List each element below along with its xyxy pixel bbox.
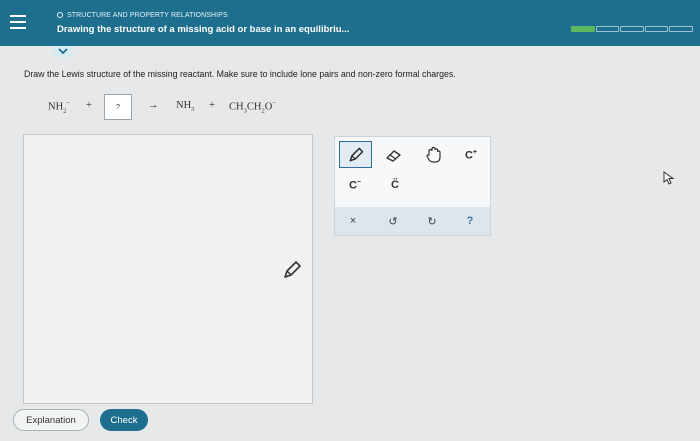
pencil-icon — [284, 261, 301, 278]
negative-charge-tool-button[interactable]: C− — [347, 177, 363, 193]
question-mark: ? — [116, 103, 120, 111]
pencil-icon — [349, 147, 363, 161]
missing-reactant-box[interactable]: ? — [104, 94, 132, 120]
negative-charge-icon: C− — [348, 178, 362, 192]
close-icon: × — [349, 215, 357, 227]
reaction-arrow: → — [148, 100, 159, 111]
lone-pair-tool-button[interactable]: C̈ — [387, 177, 403, 193]
section-label: STRUCTURE AND PROPERTY RELATIONSHIPS — [57, 12, 228, 19]
chevron-down-icon — [58, 48, 68, 54]
undo-icon: ↺ — [388, 215, 398, 228]
explanation-button[interactable]: Explanation — [13, 409, 89, 431]
lone-pair-icon: C̈ — [391, 179, 399, 191]
eraser-tool-button[interactable] — [383, 144, 405, 166]
redo-button[interactable]: ↻ — [424, 213, 440, 229]
toolbar-actions: × ↺ ↻ ? — [335, 207, 490, 235]
progress-segment — [620, 26, 644, 32]
hand-tool-button[interactable] — [423, 144, 445, 166]
plus-sign: + — [86, 100, 92, 111]
progress-bar — [571, 26, 693, 32]
progress-segment — [669, 26, 693, 32]
positive-charge-tool-button[interactable]: C+ — [463, 147, 479, 163]
mouse-cursor-icon — [663, 171, 675, 185]
clear-button[interactable]: × — [345, 213, 361, 229]
status-circle-icon — [57, 12, 63, 18]
reactant-nh2-minus: NH2− — [48, 100, 71, 115]
collapse-header-button[interactable] — [53, 46, 73, 57]
positive-charge-icon: C+ — [464, 148, 478, 162]
plus-sign-2: + — [209, 100, 215, 111]
eraser-icon — [386, 150, 401, 162]
hand-icon — [426, 146, 441, 163]
progress-segment — [644, 26, 669, 32]
pencil-tool-button[interactable] — [339, 141, 372, 168]
redo-icon: ↻ — [427, 215, 437, 228]
top-header: STRUCTURE AND PROPERTY RELATIONSHIPS Dra… — [0, 0, 700, 46]
page-title: Drawing the structure of a missing acid … — [57, 24, 350, 35]
check-button[interactable]: Check — [100, 409, 148, 431]
undo-button[interactable]: ↺ — [385, 213, 401, 229]
product-ethoxide: CH3CH2O− — [229, 100, 276, 115]
progress-segment — [595, 26, 620, 32]
progress-segment — [571, 26, 595, 32]
help-button[interactable]: ? — [462, 213, 478, 229]
help-icon: ? — [466, 215, 474, 227]
section-name: STRUCTURE AND PROPERTY RELATIONSHIPS — [67, 12, 228, 19]
instruction-text: Draw the Lewis structure of the missing … — [24, 69, 456, 79]
drawing-canvas[interactable] — [23, 134, 313, 404]
menu-icon[interactable] — [10, 15, 26, 29]
drawing-toolbar: C+ C− C̈ × ↺ ↻ ? — [334, 136, 491, 236]
product-nh3: NH3 — [176, 100, 195, 114]
